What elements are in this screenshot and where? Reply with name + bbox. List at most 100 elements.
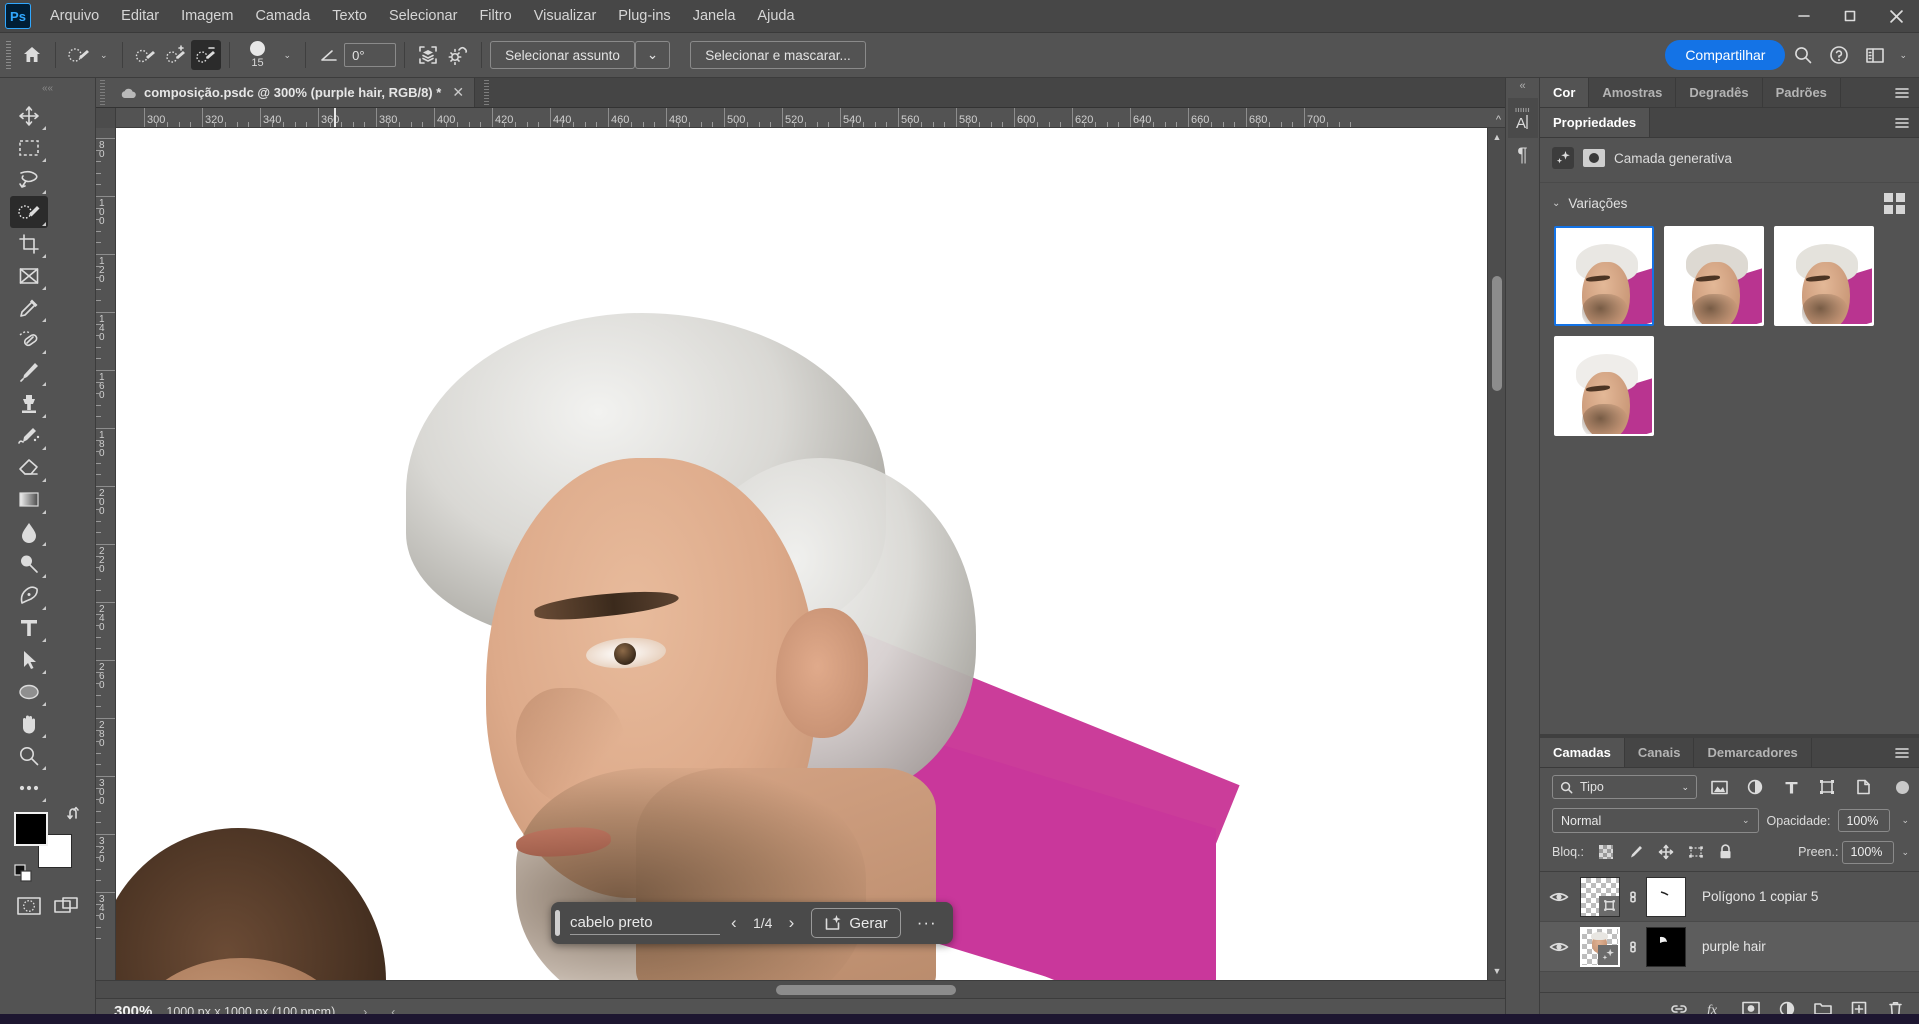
hand-tool[interactable]	[10, 708, 48, 740]
artboard[interactable]: ‹ 1/4 › Gerar ···	[116, 128, 1487, 980]
minimize-button[interactable]	[1781, 0, 1827, 33]
sample-all-layers-icon[interactable]	[413, 40, 443, 70]
screen-mode-icon[interactable]	[48, 890, 86, 922]
opacity-chevron-down-icon[interactable]: ⌄	[1898, 815, 1909, 826]
tool-preset-icon[interactable]	[64, 40, 94, 70]
character-panel-icon[interactable]: A	[1507, 98, 1538, 138]
scroll-up-arrow-icon[interactable]: ▲	[1488, 128, 1505, 146]
scroll-down-arrow-icon[interactable]: ▼	[1488, 962, 1505, 980]
crop-tool[interactable]	[10, 228, 48, 260]
layer-filter-select[interactable]: Tipo ⌄	[1552, 775, 1697, 799]
more-tools-icon[interactable]	[10, 772, 48, 804]
tabstrip-grip[interactable]	[96, 78, 108, 107]
close-icon[interactable]: ✕	[452, 84, 464, 101]
previous-variation-button[interactable]: ‹	[722, 913, 746, 933]
grid-view-icon[interactable]	[1884, 193, 1905, 214]
type-tool[interactable]	[10, 612, 48, 644]
pen-tool[interactable]	[10, 580, 48, 612]
lock-position-icon[interactable]	[1653, 840, 1679, 864]
gradient-tool[interactable]	[10, 484, 48, 516]
blend-mode-select[interactable]: Normal ⌄	[1552, 808, 1759, 833]
rail-collapse-icon[interactable]: «	[1519, 80, 1525, 98]
lock-all-icon[interactable]	[1713, 840, 1739, 864]
opacity-value[interactable]: 100%	[1838, 809, 1891, 832]
layer-name[interactable]: purple hair	[1692, 939, 1766, 954]
tab-demarcadores[interactable]: Demarcadores	[1694, 738, 1812, 767]
table-row[interactable]: purple hair	[1540, 922, 1919, 972]
tab-canais[interactable]: Canais	[1625, 738, 1695, 767]
canvas-viewport[interactable]: ‹ 1/4 › Gerar ···	[116, 128, 1505, 980]
table-row[interactable]: Polígono 1 copiar 5	[1540, 872, 1919, 922]
tab-padroes[interactable]: Padrões	[1763, 78, 1841, 107]
select-subject-chevron-down-icon[interactable]: ⌄	[634, 41, 671, 69]
layer-mask-thumbnail[interactable]	[1646, 876, 1686, 917]
pixel-layer-filter-icon[interactable]	[1705, 775, 1733, 799]
workspace-chevron-down-icon[interactable]: ⌄	[1893, 50, 1919, 61]
drag-handle[interactable]	[555, 910, 560, 936]
tab-camadas[interactable]: Camadas	[1540, 738, 1625, 767]
generative-fill-bar[interactable]: ‹ 1/4 › Gerar ···	[551, 902, 953, 944]
quick-mask-icon[interactable]	[10, 890, 48, 922]
share-button[interactable]: Compartilhar	[1665, 40, 1786, 70]
tab-amostras[interactable]: Amostras	[1589, 78, 1677, 107]
variation-thumbnail[interactable]	[1554, 336, 1654, 436]
vertical-ruler[interactable]: 8010012014016018020022024026028030032034…	[96, 128, 116, 980]
default-colors-icon[interactable]	[14, 864, 32, 882]
foreground-color-swatch[interactable]	[14, 812, 48, 846]
angle-input[interactable]: 0°	[344, 43, 397, 67]
menu-selecionar[interactable]: Selecionar	[378, 2, 469, 30]
menu-camada[interactable]: Camada	[244, 2, 321, 30]
menu-arquivo[interactable]: Arquivo	[39, 2, 110, 30]
vertical-scroll-thumb[interactable]	[1492, 276, 1502, 391]
search-icon[interactable]	[1785, 37, 1821, 73]
menu-texto[interactable]: Texto	[321, 2, 378, 30]
lock-transparency-icon[interactable]	[1593, 840, 1619, 864]
paragraph-panel-icon[interactable]: ¶	[1508, 140, 1538, 172]
gear-icon[interactable]	[443, 40, 473, 70]
document-tab[interactable]: composição.psdc @ 300% (purple hair, RGB…	[108, 78, 476, 107]
tool-preset-chevron-down-icon[interactable]: ⌄	[94, 50, 114, 61]
chevron-down-icon[interactable]: ⌄	[1552, 198, 1560, 209]
selection-add-icon[interactable]	[161, 40, 191, 70]
menu-visualizar[interactable]: Visualizar	[523, 2, 608, 30]
menu-imagem[interactable]: Imagem	[170, 2, 244, 30]
path-selection-tool[interactable]	[10, 644, 48, 676]
tab-cor[interactable]: Cor	[1540, 78, 1590, 107]
history-brush-tool[interactable]	[10, 420, 48, 452]
ruler-collapse-icon[interactable]: ^	[1493, 114, 1501, 126]
close-button[interactable]	[1873, 0, 1919, 33]
brush-chevron-down-icon[interactable]: ⌄	[278, 50, 298, 61]
toolbar-grip[interactable]: ««	[0, 80, 95, 96]
horizontal-scroll-thumb[interactable]	[776, 985, 956, 995]
smart-object-filter-icon[interactable]	[1849, 775, 1877, 799]
workspace-icon[interactable]	[1857, 37, 1893, 73]
selection-new-icon[interactable]	[131, 40, 161, 70]
next-variation-button[interactable]: ›	[780, 913, 804, 933]
tab-propriedades[interactable]: Propriedades	[1540, 108, 1651, 137]
options-bar-grip[interactable]	[4, 41, 13, 69]
menu-editar[interactable]: Editar	[110, 2, 170, 30]
menu-filtro[interactable]: Filtro	[468, 2, 522, 30]
lock-artboard-icon[interactable]	[1683, 840, 1709, 864]
brush-size-control[interactable]: 15	[238, 41, 278, 69]
menu-ajuda[interactable]: Ajuda	[746, 2, 805, 30]
layer-thumbnail[interactable]	[1580, 926, 1620, 967]
variation-thumbnail[interactable]	[1774, 226, 1874, 326]
blur-tool[interactable]	[10, 516, 48, 548]
more-options-icon[interactable]: ···	[909, 913, 945, 933]
link-icon[interactable]	[1626, 938, 1640, 956]
canvas-vertical-scrollbar[interactable]: ▲ ▼	[1487, 128, 1505, 980]
healing-brush-tool[interactable]	[10, 324, 48, 356]
menu-janela[interactable]: Janela	[682, 2, 747, 30]
variation-thumbnail[interactable]	[1554, 226, 1654, 326]
layer-name[interactable]: Polígono 1 copiar 5	[1692, 889, 1818, 904]
panel-scrollbar[interactable]	[1909, 78, 1919, 1024]
swap-arrow-icon[interactable]	[66, 806, 82, 822]
variation-thumbnail[interactable]	[1664, 226, 1764, 326]
eyedropper-tool[interactable]	[10, 292, 48, 324]
generate-button[interactable]: Gerar	[811, 908, 901, 938]
select-and-mask-button[interactable]: Selecionar e mascarar...	[690, 41, 866, 69]
tabstrip-overflow-grip[interactable]	[481, 78, 492, 107]
layer-thumbnail[interactable]	[1580, 876, 1620, 917]
select-subject-button[interactable]: Selecionar assunto	[490, 41, 635, 69]
